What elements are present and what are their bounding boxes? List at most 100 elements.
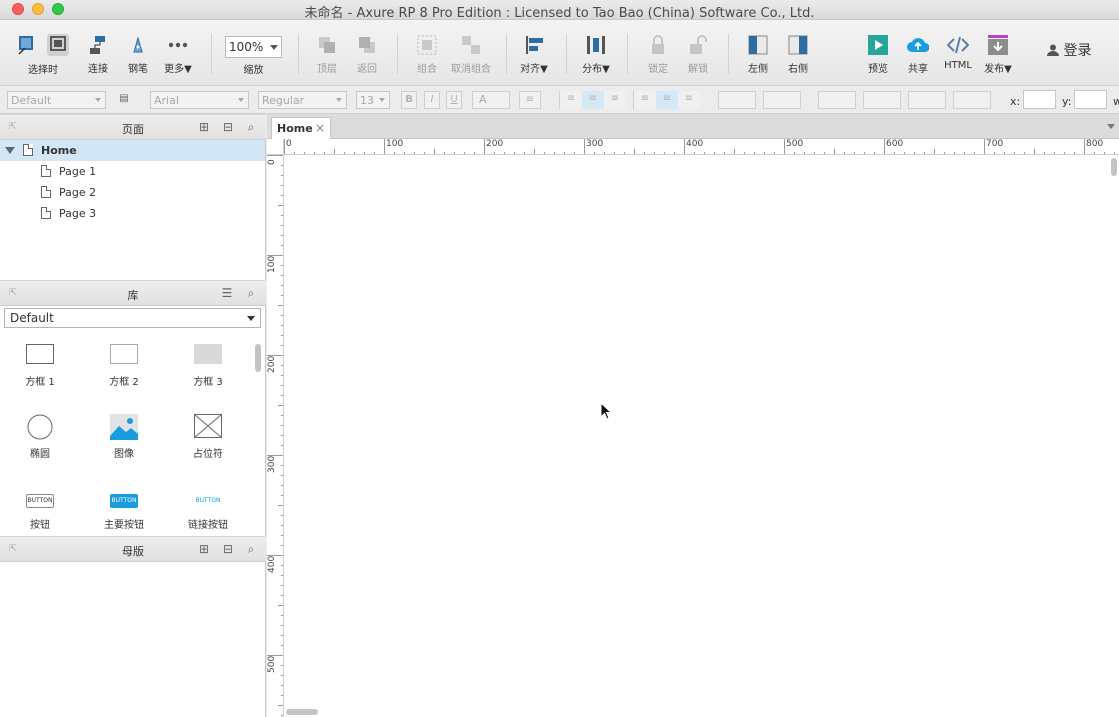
share-button[interactable]: 共享 <box>896 34 940 75</box>
align-top-icon: ≡ <box>640 93 650 104</box>
library-scrollbar[interactable] <box>255 344 261 372</box>
bullet-list-button[interactable]: ≡ <box>519 91 541 109</box>
align-label: 对齐▼ <box>520 64 548 75</box>
style-manager-icon[interactable]: ▤ <box>116 91 132 109</box>
connect-button[interactable]: 连接 <box>76 34 120 75</box>
align-text-center-button[interactable]: ≡ <box>582 91 604 109</box>
widget-primary-button[interactable]: BUTTON 主要按钮 <box>94 494 154 531</box>
bold-button[interactable]: B <box>401 91 417 109</box>
underline-button[interactable]: U <box>446 91 462 109</box>
button-preview: BUTTON <box>26 494 54 508</box>
page-item-page-2[interactable]: Page 2 <box>0 182 265 203</box>
search-icon[interactable]: ⌕ <box>244 120 258 134</box>
align-middle-button[interactable]: ≡ <box>656 91 678 109</box>
shadow-button[interactable] <box>763 91 801 109</box>
line-width-button[interactable] <box>863 91 901 109</box>
close-icon[interactable]: × <box>315 121 325 135</box>
group-button[interactable]: 组合 <box>405 34 449 75</box>
group-label: 组合 <box>417 64 437 75</box>
preview-label: 预览 <box>868 64 888 75</box>
page-item-page-3[interactable]: Page 3 <box>0 203 265 224</box>
y-label: y: <box>1062 95 1072 108</box>
select-mode-contain-button[interactable] <box>36 34 80 60</box>
fill-color-button[interactable] <box>718 91 756 109</box>
toolbar-divider <box>397 34 398 74</box>
library-select[interactable]: Default <box>4 308 261 328</box>
add-master-icon[interactable]: ⊞ <box>197 542 211 556</box>
distribute-button[interactable]: 分布▼ <box>574 34 618 75</box>
tab-menu-chevron-icon[interactable] <box>1107 124 1115 129</box>
ruler-number: 100 <box>267 255 277 273</box>
widget-label: 主要按钮 <box>104 520 144 531</box>
align-top-button[interactable]: ≡ <box>634 91 656 109</box>
user-icon <box>1047 43 1063 59</box>
zoom-value: 100% <box>229 40 264 54</box>
line-color-button[interactable] <box>818 91 856 109</box>
placeholder-icon <box>194 414 222 438</box>
chevron-down-icon <box>379 98 385 102</box>
font-family-select[interactable]: Arial <box>150 91 249 109</box>
login-label: 登录 <box>1063 43 1092 59</box>
left-panel-toggle-button[interactable]: 左侧 <box>736 34 780 75</box>
login-button[interactable]: 登录 <box>1047 40 1091 60</box>
italic-button[interactable]: I <box>424 91 440 109</box>
widget-button[interactable]: BUTTON 按钮 <box>10 494 70 531</box>
more-label: 更多▼ <box>164 64 192 75</box>
y-position-input[interactable] <box>1074 90 1107 109</box>
send-backward-button[interactable]: 返回 <box>345 34 389 75</box>
font-color-icon: A <box>479 93 487 106</box>
line-style-button[interactable] <box>908 91 946 109</box>
chevron-down-icon <box>336 98 342 102</box>
left-panel-icon <box>747 34 769 56</box>
widget-image[interactable]: 图像 <box>94 414 154 460</box>
align-button[interactable]: 对齐▼ <box>512 34 556 75</box>
preview-button[interactable]: 预览 <box>856 34 900 75</box>
underline-icon: U <box>450 94 458 105</box>
search-icon[interactable]: ⌕ <box>244 542 258 556</box>
widget-style-select[interactable]: Default <box>7 91 106 109</box>
x-position-input[interactable] <box>1023 90 1056 109</box>
lock-button[interactable]: 锁定 <box>636 34 680 75</box>
box-3-icon <box>194 344 222 364</box>
page-label: Page 2 <box>59 186 97 199</box>
font-size-select[interactable]: 13 <box>356 91 390 109</box>
right-panel-toggle-button[interactable]: 右侧 <box>776 34 820 75</box>
unlock-button[interactable]: 解锁 <box>676 34 720 75</box>
page-item-home[interactable]: Home <box>0 140 265 161</box>
widget-placeholder[interactable]: 占位符 <box>178 414 238 460</box>
bring-to-front-button[interactable]: 顶层 <box>305 34 349 75</box>
pen-label: 钢笔 <box>128 64 148 75</box>
ruler-number: 300 <box>267 455 277 473</box>
align-text-right-button[interactable]: ≡ <box>604 91 626 109</box>
add-folder-icon[interactable]: ⊟ <box>221 542 235 556</box>
publish-button[interactable]: 发布▼ <box>976 34 1020 75</box>
ungroup-button[interactable]: 取消组合 <box>446 34 496 75</box>
zoom-select[interactable]: 100% <box>225 36 282 58</box>
expand-caret-icon[interactable] <box>5 147 15 154</box>
menu-icon[interactable]: ☰ <box>220 286 234 300</box>
right-label: 右侧 <box>788 64 808 75</box>
font-weight-select[interactable]: Regular <box>258 91 347 109</box>
arrow-style-button[interactable] <box>953 91 991 109</box>
search-icon[interactable]: ⌕ <box>244 286 258 300</box>
font-color-button[interactable]: A <box>472 91 510 109</box>
align-text-left-button[interactable]: ≡ <box>560 91 582 109</box>
tab-home[interactable]: Home × <box>271 117 331 139</box>
widget-box-3[interactable]: 方框 3 <box>178 344 238 388</box>
add-page-icon[interactable]: ⊞ <box>197 120 211 134</box>
widget-box-2[interactable]: 方框 2 <box>94 344 154 388</box>
page-icon <box>41 207 51 219</box>
main-toolbar: 选择时 连接 钢笔 更多▼ 100% 缩放 顶层 返回 组合 取消组合 对齐▼ … <box>0 20 1119 86</box>
page-item-page-1[interactable]: Page 1 <box>0 161 265 182</box>
more-tools-button[interactable]: 更多▼ <box>156 34 200 75</box>
widget-ellipse[interactable]: 椭圆 <box>10 414 70 460</box>
html-button[interactable]: HTML <box>936 34 980 71</box>
widget-box-1[interactable]: 方框 1 <box>10 344 70 388</box>
align-bottom-button[interactable]: ≡ <box>678 91 700 109</box>
page-icon <box>41 186 51 198</box>
canvas-horizontal-scrollbar[interactable] <box>286 709 318 715</box>
widget-link-button[interactable]: BUTTON 链接按钮 <box>178 494 238 531</box>
add-folder-icon[interactable]: ⊟ <box>221 120 235 134</box>
pen-button[interactable]: 钢笔 <box>116 34 160 75</box>
canvas-vertical-scrollbar[interactable] <box>1111 158 1117 176</box>
